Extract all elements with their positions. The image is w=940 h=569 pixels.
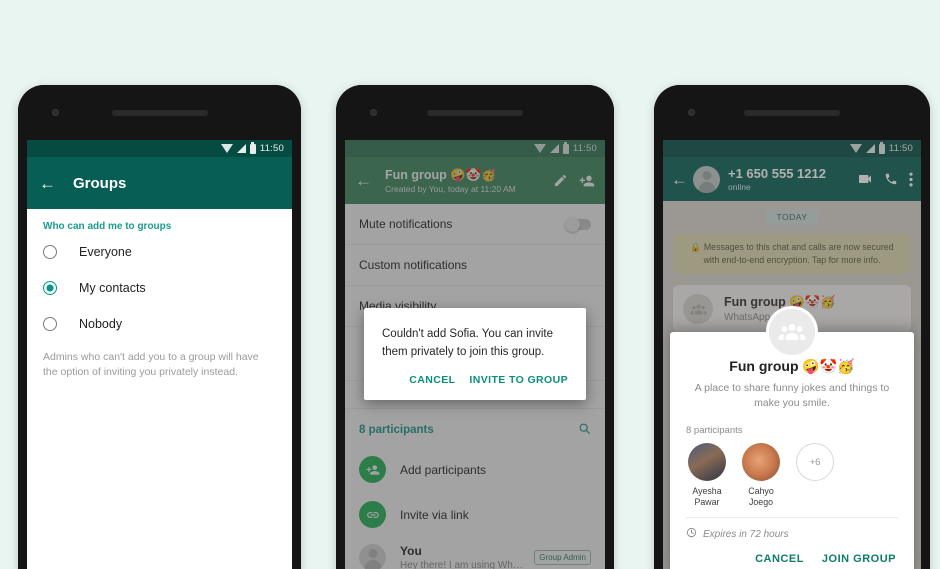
participant-cahyo-joego[interactable]: Cahyo Joego xyxy=(740,443,782,508)
phone-1-bezel-top xyxy=(18,85,301,140)
action-add-participants[interactable]: Add participants xyxy=(345,447,605,492)
signal-icon xyxy=(549,144,559,153)
participant-more-count[interactable]: +6 xyxy=(794,443,836,508)
row-label-custom: Custom notifications xyxy=(359,258,468,272)
invite-group-description: A place to share funny jokes and things … xyxy=(694,381,890,410)
join-group-card: Fun group 🤪🤡🥳 A place to share funny jok… xyxy=(670,305,914,569)
participant-name-line1: Ayesha xyxy=(692,486,722,497)
earpiece-speaker xyxy=(744,110,840,116)
action-label-add-participants: Add participants xyxy=(400,462,487,477)
phone-3-invite-link: 11:50 ← +1 650 555 1212 online TODAY 🔒 M… xyxy=(654,85,930,569)
link-icon xyxy=(359,501,386,528)
join-group-button[interactable]: JOIN GROUP xyxy=(822,553,896,565)
radio-label-nobody: Nobody xyxy=(79,317,123,331)
status-bar-time: 11:50 xyxy=(259,143,284,154)
phone-3-bezel-top xyxy=(654,85,930,140)
phone-2-bezel-top xyxy=(336,85,614,140)
front-camera-icon xyxy=(52,109,59,116)
cancel-button[interactable]: CANCEL xyxy=(755,553,804,565)
participant-name-line2: Joego xyxy=(749,497,773,508)
add-person-icon xyxy=(359,456,386,483)
participant-name-line1: Cahyo xyxy=(748,486,774,497)
battery-icon xyxy=(249,141,256,154)
radio-option-my-contacts[interactable]: My contacts xyxy=(27,270,292,306)
invite-expiry-text: Expires in 72 hours xyxy=(703,528,789,540)
status-badge: Group Admin xyxy=(534,550,591,565)
avatar xyxy=(742,443,780,482)
page-title: Groups xyxy=(73,174,127,192)
section-header: Who can add me to groups xyxy=(43,221,172,232)
phone-2-app-bar: ← Fun group 🤪🤡🥳 Created by You, today at… xyxy=(345,157,605,204)
participants-count: 8 participants xyxy=(359,424,434,436)
mute-toggle[interactable] xyxy=(565,216,591,232)
phone-1-screen: 11:50 ← Groups Who can add me to groups … xyxy=(27,140,292,569)
participant-text: You Hey there! I am using WhatsApp. xyxy=(400,544,528,569)
phone-1-status-bar: 11:50 xyxy=(27,140,292,157)
action-invite-via-link[interactable]: Invite via link xyxy=(345,492,605,537)
avatar xyxy=(688,443,726,482)
invite-participants-list: Ayesha Pawar Cahyo Joego +6 xyxy=(686,443,898,517)
phone-3-screen: 11:50 ← +1 650 555 1212 online TODAY 🔒 M… xyxy=(663,140,921,569)
participant-ayesha-pawar[interactable]: Ayesha Pawar xyxy=(686,443,728,508)
phone-2-content: 11:50 ← Fun group 🤪🤡🥳 Created by You, to… xyxy=(345,140,605,569)
radio-label-my-contacts: My contacts xyxy=(79,281,146,295)
phone-2-screen: 11:50 ← Fun group 🤪🤡🥳 Created by You, to… xyxy=(345,140,605,569)
more-participants-badge: +6 xyxy=(796,443,834,482)
participants-header: 8 participants xyxy=(345,409,605,447)
cancel-button[interactable]: CANCEL xyxy=(409,374,455,386)
participant-row-you[interactable]: You Hey there! I am using WhatsApp. Grou… xyxy=(345,537,605,569)
privacy-hint-text: Admins who can't add you to a group will… xyxy=(43,351,259,379)
row-label-mute: Mute notifications xyxy=(359,217,453,231)
couldnt-add-dialog: Couldn't add Sofia. You can invite them … xyxy=(364,308,586,400)
front-camera-icon xyxy=(370,109,377,116)
search-icon[interactable] xyxy=(578,422,591,438)
avatar xyxy=(359,544,386,569)
pencil-icon[interactable] xyxy=(553,173,568,188)
radio-icon-nobody[interactable] xyxy=(43,317,57,331)
phone-2-group-info: 11:50 ← Fun group 🤪🤡🥳 Created by You, to… xyxy=(336,85,614,569)
invite-expiry: Expires in 72 hours xyxy=(686,517,898,541)
dialog-actions: CANCEL INVITE TO GROUP xyxy=(382,362,568,392)
phone-2-app-bar-actions xyxy=(547,173,595,189)
radio-icon-my-contacts[interactable] xyxy=(43,281,57,295)
invite-participants-count: 8 participants xyxy=(686,425,743,437)
group-title: Fun group 🤪🤡🥳 xyxy=(385,167,497,182)
add-person-icon[interactable] xyxy=(579,173,595,189)
battery-icon xyxy=(562,141,569,154)
group-icon xyxy=(766,305,818,358)
back-arrow-icon[interactable]: ← xyxy=(355,172,377,189)
wifi-icon xyxy=(533,144,546,153)
wifi-icon xyxy=(220,144,233,153)
front-camera-icon xyxy=(688,109,695,116)
radio-icon-everyone[interactable] xyxy=(43,245,57,259)
invite-group-title: Fun group 🤪🤡🥳 xyxy=(729,357,855,374)
dialog-message: Couldn't add Sofia. You can invite them … xyxy=(382,328,553,358)
group-header-text: Fun group 🤪🤡🥳 Created by You, today at 1… xyxy=(385,168,547,194)
invite-to-group-button[interactable]: INVITE TO GROUP xyxy=(469,374,568,386)
earpiece-speaker xyxy=(427,110,523,116)
invite-card-actions: CANCEL JOIN GROUP xyxy=(686,541,898,569)
group-created-subtitle: Created by You, today at 11:20 AM xyxy=(385,183,516,194)
screenshot-stage: 11:50 ← Groups Who can add me to groups … xyxy=(0,0,940,569)
row-mute-notifications[interactable]: Mute notifications xyxy=(345,204,605,245)
participant-status: Hey there! I am using WhatsApp. xyxy=(400,560,528,569)
phone-3-content: 11:50 ← +1 650 555 1212 online TODAY 🔒 M… xyxy=(663,140,921,569)
back-arrow-icon[interactable]: ← xyxy=(39,175,61,192)
phone-1-content: Who can add me to groups Everyone My con… xyxy=(27,209,292,569)
participant-name: You xyxy=(400,544,422,558)
radio-option-nobody[interactable]: Nobody xyxy=(27,306,292,342)
phone-2-status-bar: 11:50 xyxy=(345,140,605,157)
action-label-invite-via-link: Invite via link xyxy=(400,507,469,522)
phone-1-group-privacy: 11:50 ← Groups Who can add me to groups … xyxy=(18,85,301,569)
status-bar-time: 11:50 xyxy=(572,143,597,154)
row-custom-notifications[interactable]: Custom notifications xyxy=(345,245,605,286)
radio-option-everyone[interactable]: Everyone xyxy=(27,234,292,270)
earpiece-speaker xyxy=(111,110,208,116)
radio-label-everyone: Everyone xyxy=(79,245,132,259)
phone-1-app-bar: ← Groups xyxy=(27,157,292,209)
participant-name-line2: Pawar xyxy=(694,497,720,508)
signal-icon xyxy=(236,144,246,153)
clock-icon xyxy=(686,527,697,541)
